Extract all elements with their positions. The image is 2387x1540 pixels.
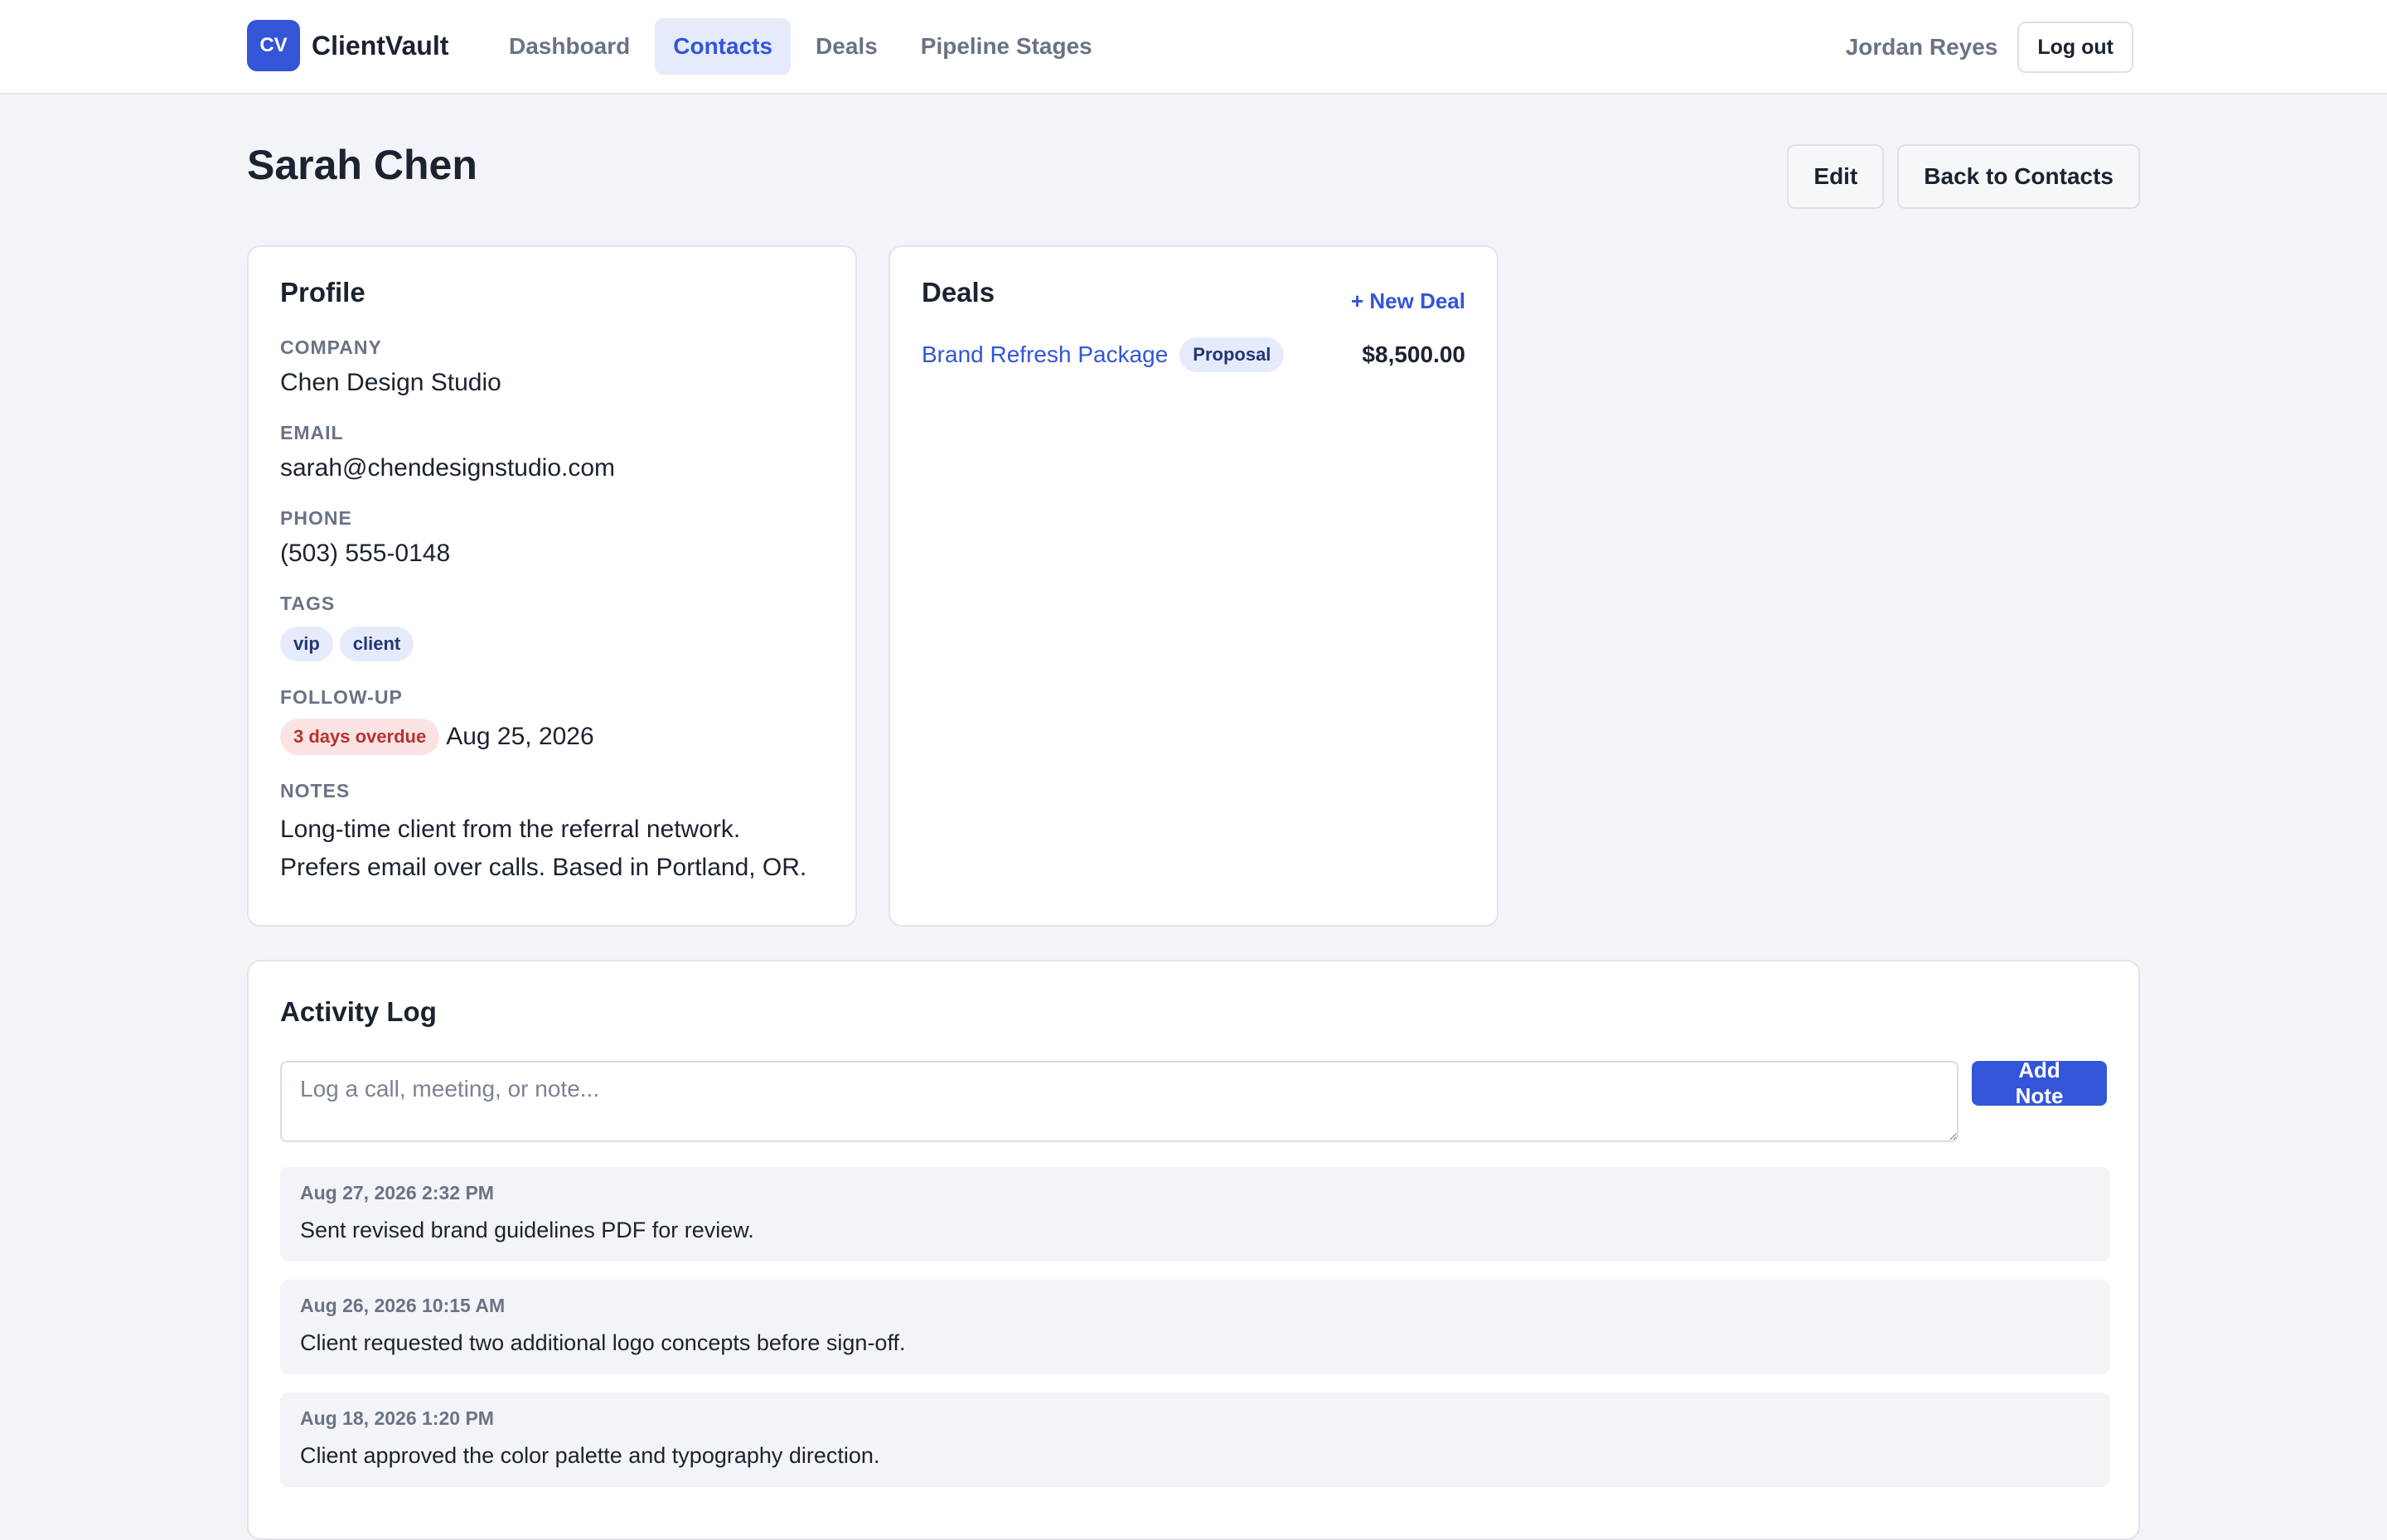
tags-label: TAGS bbox=[280, 593, 336, 614]
activity-entry: Aug 18, 2026 1:20 PM Client approved the… bbox=[280, 1392, 2110, 1487]
followup-row: 3 days overdue Aug 25, 2026 bbox=[280, 719, 824, 755]
nav-item-pipeline-stages[interactable]: Pipeline Stages bbox=[903, 18, 1111, 75]
top-nav-bar: CV ClientVault Dashboard Contacts Deals … bbox=[0, 0, 2387, 94]
nav-item-deals[interactable]: Deals bbox=[797, 18, 896, 75]
activity-timestamp: Aug 26, 2026 10:15 AM bbox=[300, 1295, 506, 1316]
tag-list: vip client bbox=[280, 627, 824, 661]
activity-timestamp: Aug 27, 2026 2:32 PM bbox=[300, 1182, 494, 1203]
brand-name: ClientVault bbox=[312, 30, 449, 61]
main-nav: Dashboard Contacts Deals Pipeline Stages bbox=[491, 18, 1117, 75]
activity-text: Sent revised brand guidelines PDF for re… bbox=[300, 1218, 754, 1242]
deals-title: Deals bbox=[922, 277, 995, 308]
nav-item-contacts[interactable]: Contacts bbox=[655, 18, 792, 75]
email-label: EMAIL bbox=[280, 422, 344, 443]
activity-text: Client approved the color palette and ty… bbox=[300, 1443, 880, 1468]
company-value: Chen Design Studio bbox=[280, 369, 501, 396]
brand-logo: CV bbox=[247, 20, 300, 71]
back-to-contacts-button[interactable]: Back to Contacts bbox=[1897, 144, 2140, 209]
deal-row: Brand Refresh Package Proposal $8,500.00 bbox=[922, 337, 1465, 372]
deals-header: Deals + New Deal bbox=[922, 277, 1465, 314]
deal-stage-badge: Proposal bbox=[1179, 337, 1285, 372]
logout-button[interactable]: Log out bbox=[2017, 22, 2133, 73]
activity-timestamp: Aug 18, 2026 1:20 PM bbox=[300, 1407, 494, 1429]
overdue-badge: 3 days overdue bbox=[280, 719, 440, 755]
add-note-button[interactable]: Add Note bbox=[1972, 1058, 2107, 1108]
edit-button[interactable]: Edit bbox=[1787, 144, 1885, 209]
phone-label: PHONE bbox=[280, 507, 352, 529]
phone-value: (503) 555-0148 bbox=[280, 540, 451, 567]
page-title: Sarah Chen bbox=[247, 142, 477, 188]
profile-card: Profile COMPANY Chen Design Studio EMAIL… bbox=[247, 245, 857, 927]
deal-amount: $8,500.00 bbox=[1362, 341, 1465, 367]
nav-item-dashboard[interactable]: Dashboard bbox=[491, 18, 648, 75]
profile-title: Profile bbox=[280, 277, 366, 308]
activity-log-title: Activity Log bbox=[280, 996, 437, 1027]
user-name: Jordan Reyes bbox=[1845, 34, 1998, 60]
notes-label: NOTES bbox=[280, 780, 351, 801]
activity-log-card: Activity Log Add Note Aug 27, 2026 2:32 … bbox=[247, 960, 2140, 1540]
activity-text: Client requested two additional logo con… bbox=[300, 1330, 906, 1355]
tag-client: client bbox=[339, 627, 414, 661]
email-value: sarah@chendesignstudio.com bbox=[280, 454, 616, 482]
note-input[interactable] bbox=[280, 1061, 1959, 1142]
note-composer: Add Note bbox=[280, 1058, 2107, 1142]
new-deal-link[interactable]: + New Deal bbox=[1351, 288, 1465, 314]
brand[interactable]: CV ClientVault bbox=[247, 20, 448, 71]
company-label: COMPANY bbox=[280, 337, 382, 358]
activity-entry: Aug 26, 2026 10:15 AM Client requested t… bbox=[280, 1280, 2110, 1374]
followup-date: Aug 25, 2026 bbox=[446, 723, 594, 750]
activity-entry: Aug 27, 2026 2:32 PM Sent revised brand … bbox=[280, 1167, 2110, 1262]
activity-list: Aug 27, 2026 2:32 PM Sent revised brand … bbox=[280, 1167, 2110, 1487]
deals-card: Deals + New Deal Brand Refresh Package P… bbox=[888, 245, 1499, 927]
header-actions: Edit Back to Contacts bbox=[1774, 144, 2140, 209]
user-area: Jordan Reyes Log out bbox=[1846, 22, 2133, 73]
deal-name-link[interactable]: Brand Refresh Package bbox=[922, 341, 1168, 368]
followup-label: FOLLOW-UP bbox=[280, 686, 403, 708]
tag-vip: vip bbox=[280, 627, 333, 661]
notes-value: Long-time client from the referral netwo… bbox=[280, 816, 807, 881]
